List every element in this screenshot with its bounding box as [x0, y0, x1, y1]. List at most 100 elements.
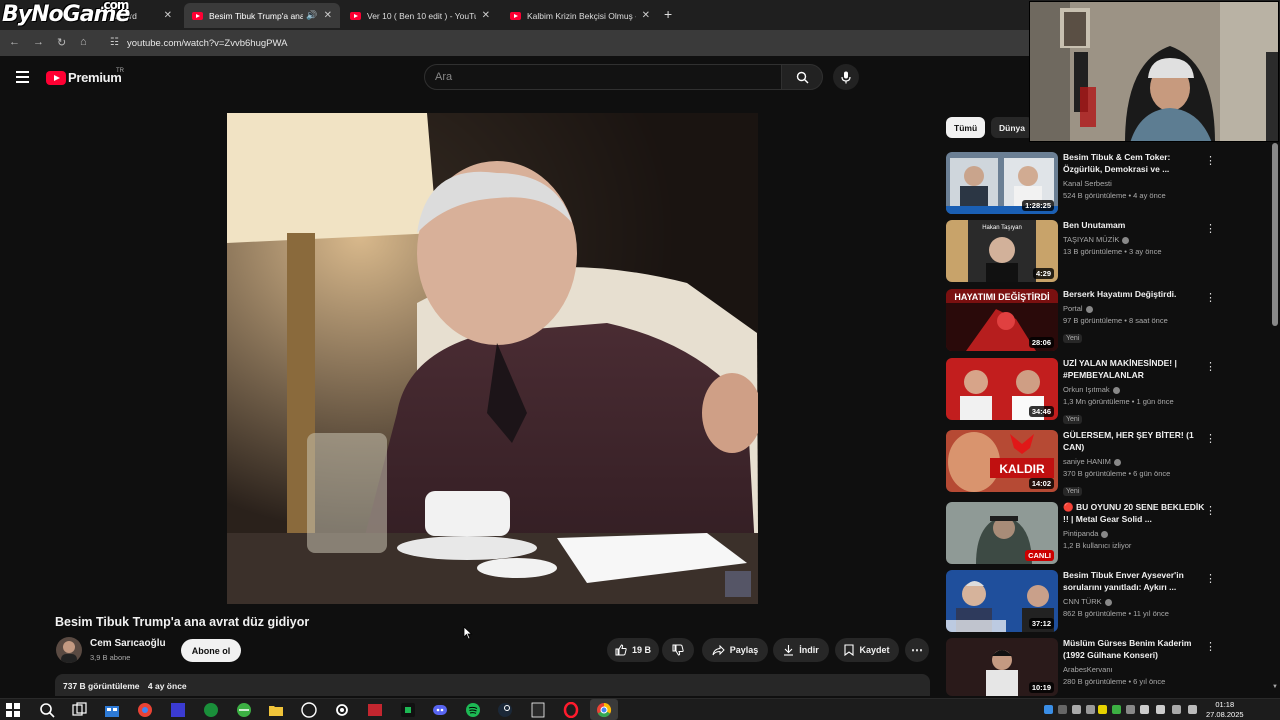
close-icon[interactable]: ✕	[482, 10, 490, 21]
more-vertical-icon[interactable]: ⋮	[1205, 291, 1216, 304]
video-thumbnail[interactable]: 10:19	[946, 638, 1058, 696]
app-icon[interactable]	[367, 702, 383, 718]
network-icon[interactable]	[1188, 705, 1197, 714]
app-icon[interactable]	[400, 702, 416, 718]
close-icon[interactable]: ✕	[324, 10, 332, 21]
speaker-icon[interactable]: 🔊	[306, 10, 317, 21]
video-player[interactable]	[227, 113, 758, 604]
home-icon[interactable]: ⌂	[80, 36, 87, 48]
chip-all[interactable]: Tümü	[946, 117, 986, 138]
video-thumbnail[interactable]: Hakan Taşıyan 4:29	[946, 220, 1058, 282]
keyboard-icon[interactable]	[1172, 705, 1181, 714]
browser-tab-4[interactable]: Kalbim Krizin Bekçisi Olmuş - Yo... ✕	[502, 3, 658, 28]
description-box[interactable]: 737 B görüntüleme 4 ay önce	[55, 674, 930, 696]
more-vertical-icon[interactable]: ⋮	[1205, 432, 1216, 445]
windows-start-icon[interactable]	[6, 703, 20, 717]
more-actions-button[interactable]: ⋯	[905, 638, 929, 662]
channel-name[interactable]: saniye HANIM	[1063, 457, 1111, 466]
video-title[interactable]: Besim Tibuk Enver Aysever'in sorularını …	[1063, 569, 1205, 593]
steam-icon[interactable]	[497, 702, 513, 718]
recommendation-item[interactable]: Hakan Taşıyan 4:29 Ben Unutamam TAŞIYAN …	[946, 220, 1216, 284]
tray-app-icon[interactable]	[1058, 705, 1067, 714]
recommendation-item[interactable]: 37:12 Besim Tibuk Enver Aysever'in sorul…	[946, 570, 1216, 634]
wifi-icon[interactable]	[1140, 705, 1149, 714]
recommendation-item[interactable]: KALDIR 14:02 GÜLERSEM, HER ŞEY BİTER! (1…	[946, 429, 1216, 496]
video-thumbnail[interactable]: 34:46	[946, 358, 1058, 420]
video-title[interactable]: UZİ YALAN MAKİNESİNDE! | #PEMBEYALANLAR	[1063, 357, 1205, 381]
recommendation-item[interactable]: 1:28:25 Besim Tibuk & Cem Toker: Özgürlü…	[946, 152, 1216, 216]
tray-app-icon[interactable]	[1086, 705, 1095, 714]
new-tab-button[interactable]: +	[664, 6, 672, 22]
dislike-button[interactable]	[662, 638, 694, 662]
volume-icon[interactable]	[1156, 705, 1165, 714]
subscribe-button[interactable]: Abone ol	[181, 639, 241, 662]
discord-icon[interactable]	[432, 702, 448, 718]
forward-icon[interactable]: →	[33, 36, 44, 48]
scrollbar-thumb[interactable]	[1272, 143, 1278, 326]
close-icon[interactable]: ✕	[642, 10, 650, 21]
task-view-icon[interactable]	[71, 702, 87, 718]
tray-app-icon[interactable]	[1072, 705, 1081, 714]
tray-app-icon[interactable]	[1112, 705, 1121, 714]
video-title[interactable]: GÜLERSEM, HER ŞEY BİTER! (1 CAN)	[1063, 429, 1205, 453]
youtube-logo[interactable]: Premium TR	[46, 68, 124, 85]
scroll-down-icon[interactable]: ▼	[1272, 684, 1278, 690]
spotify-icon[interactable]	[465, 702, 481, 718]
app-icon[interactable]	[236, 702, 252, 718]
channel-avatar[interactable]	[56, 637, 82, 663]
tray-app-icon[interactable]	[1126, 705, 1135, 714]
tray-app-icon[interactable]	[1044, 705, 1053, 714]
channel-name[interactable]: Portal	[1063, 304, 1083, 313]
close-icon[interactable]: ✕	[164, 10, 172, 21]
more-vertical-icon[interactable]: ⋮	[1205, 640, 1216, 653]
share-button[interactable]: Paylaş	[702, 638, 768, 662]
folder-icon[interactable]	[268, 702, 284, 718]
search-icon[interactable]	[39, 702, 55, 718]
channel-name[interactable]: Cem Sarıcaoğlu	[90, 638, 166, 649]
recommendation-item[interactable]: 34:46 UZİ YALAN MAKİNESİNDE! | #PEMBEYAL…	[946, 357, 1216, 424]
channel-name[interactable]: Pintipanda	[1063, 529, 1098, 538]
channel-name[interactable]: Orkun Işıtmak	[1063, 385, 1110, 394]
voice-search-button[interactable]	[833, 64, 859, 90]
tray-app-icon[interactable]	[1098, 705, 1107, 714]
channel-name[interactable]: CNN TÜRK	[1063, 597, 1102, 606]
more-vertical-icon[interactable]: ⋮	[1205, 360, 1216, 373]
download-button[interactable]: İndir	[773, 638, 829, 662]
channel-name[interactable]: TAŞIYAN MÜZİK	[1063, 235, 1119, 244]
channel-name[interactable]: Kanal Serbesti	[1063, 178, 1205, 190]
more-vertical-icon[interactable]: ⋮	[1205, 504, 1216, 517]
video-title[interactable]: Ben Unutamam	[1063, 219, 1205, 231]
site-info-icon[interactable]: ☷	[110, 37, 119, 48]
more-vertical-icon[interactable]: ⋮	[1205, 222, 1216, 235]
app-icon[interactable]	[170, 702, 186, 718]
search-button[interactable]	[781, 64, 823, 90]
epic-games-icon[interactable]	[530, 702, 546, 718]
save-button[interactable]: Kaydet	[835, 638, 899, 662]
chrome-color-icon[interactable]	[137, 702, 153, 718]
opera-icon[interactable]	[563, 702, 579, 718]
recommendation-item[interactable]: HAYATIMI DEĞİŞTİRDİ 28:06 Berserk Hayatı…	[946, 289, 1216, 353]
taskbar-clock[interactable]: 01:18 27.08.2025	[1206, 700, 1244, 720]
recommendation-item[interactable]: 10:19 Müslüm Gürses Benim Kaderim (1992 …	[946, 638, 1216, 702]
more-vertical-icon[interactable]: ⋮	[1205, 154, 1216, 167]
settings-icon[interactable]	[334, 702, 350, 718]
channel-name[interactable]: ArabesKervanı	[1063, 664, 1205, 676]
back-icon[interactable]: ←	[9, 36, 20, 48]
search-input[interactable]	[425, 65, 781, 89]
recommendation-item[interactable]: CANLI 🔴 BU OYUNU 20 SENE BEKLEDİK !! | M…	[946, 502, 1216, 566]
video-thumbnail[interactable]: HAYATIMI DEĞİŞTİRDİ 28:06	[946, 289, 1058, 351]
video-thumbnail[interactable]: CANLI	[946, 502, 1058, 564]
more-vertical-icon[interactable]: ⋮	[1205, 572, 1216, 585]
video-thumbnail[interactable]: KALDIR 14:02	[946, 430, 1058, 492]
video-title[interactable]: Berserk Hayatımı Değiştirdi.	[1063, 288, 1205, 300]
video-thumbnail[interactable]: 1:28:25	[946, 152, 1058, 214]
reload-icon[interactable]: ↻	[57, 36, 66, 49]
video-title[interactable]: Müslüm Gürses Benim Kaderim (1992 Gülhan…	[1063, 637, 1205, 661]
video-title[interactable]: Besim Tibuk & Cem Toker: Özgürlük, Demok…	[1063, 151, 1205, 175]
browser-tab-2[interactable]: Besim Tibuk Trump'a ana av... 🔊 ✕	[184, 3, 340, 28]
browser-tab-3[interactable]: Ver 10 ( Ben 10 edit ) - YouTube ✕	[342, 3, 498, 28]
video-title[interactable]: 🔴 BU OYUNU 20 SENE BEKLEDİK !! | Metal G…	[1063, 501, 1205, 525]
url-field[interactable]: youtube.com/watch?v=Zvvb6hugPWA	[127, 38, 287, 49]
menu-icon[interactable]	[16, 71, 29, 86]
app-icon[interactable]	[203, 702, 219, 718]
